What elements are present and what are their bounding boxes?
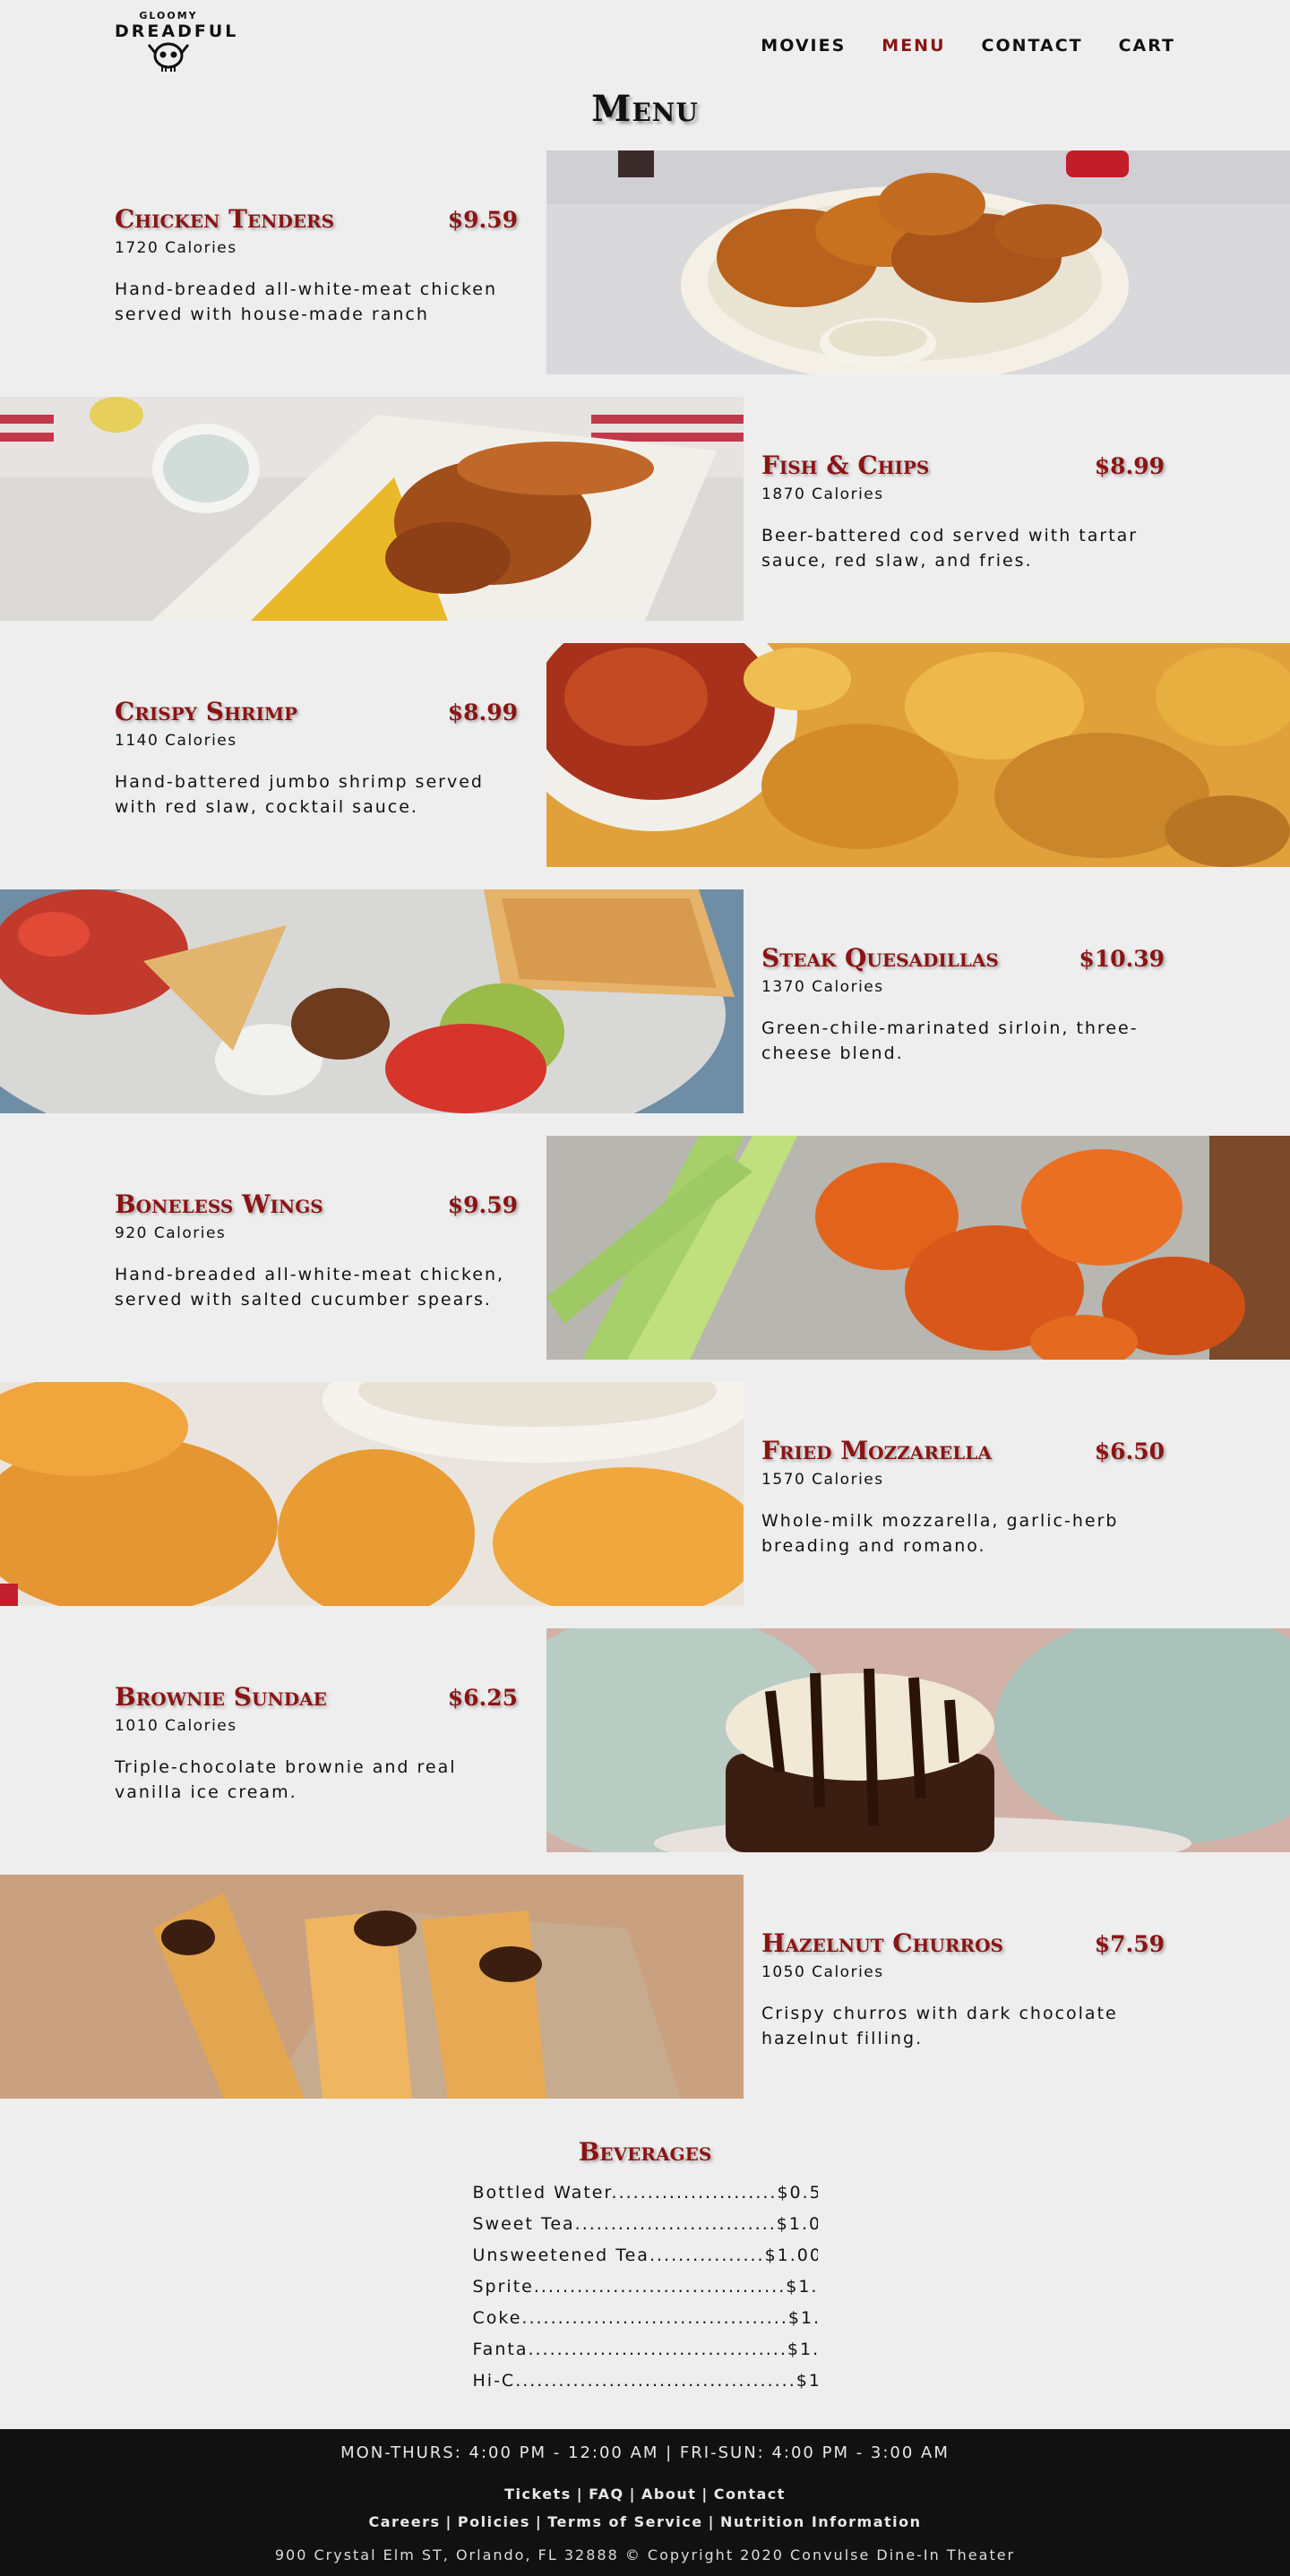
menu-item-description: Crispy churros with dark chocolate hazel… — [761, 2004, 1118, 2048]
brownie-sundae-photo — [546, 1628, 1290, 1852]
menu-item-name: Brownie Sundae — [115, 1682, 327, 1712]
nav-cart[interactable]: CART — [1119, 36, 1175, 56]
footer-link-terms[interactable]: Terms of Service — [547, 2513, 702, 2530]
menu-item-price: $7.59 — [1094, 1931, 1165, 1957]
steak-quesadillas-photo — [0, 889, 744, 1113]
boneless-wings-photo — [546, 1136, 1290, 1360]
menu-item-text: Fried Mozzarella $6.50 1570 Calories Who… — [761, 1436, 1165, 1558]
footer-link-policies[interactable]: Policies — [458, 2513, 530, 2530]
footer-links-primary: Tickets | FAQ | About | Contact — [504, 2486, 786, 2503]
menu-item-name: Hazelnut Churros — [761, 1928, 1003, 1958]
site-header: GLOOMY DREADFUL MOVIES MENU CONTACT CART — [0, 0, 1290, 99]
beverages-section: Beverages Bottled Water.................… — [473, 2121, 818, 2429]
menu-item-description: Hand-breaded all-white-meat chicken serv… — [115, 279, 498, 324]
nav-menu[interactable]: MENU — [882, 36, 945, 56]
beverage-item: Sprite..................................… — [472, 2277, 818, 2297]
beverage-item: Coke....................................… — [472, 2308, 818, 2328]
menu-item-calories: 1370 Calories — [761, 978, 884, 996]
beverage-item: Bottled Water.......................$0.5… — [472, 2183, 818, 2202]
menu-item-text: Brownie Sundae $6.25 1010 Calories Tripl… — [115, 1682, 518, 1805]
chicken-tenders-photo — [546, 150, 1290, 374]
footer-link-faq[interactable]: FAQ — [589, 2486, 624, 2503]
footer-links-secondary: Careers | Policies | Terms of Service | Nutrit… — [368, 2513, 922, 2530]
menu-item-text: Boneless Wings $9.59 920 Calories Hand-b… — [115, 1189, 518, 1312]
menu-item-row: Boneless Wings $9.59 920 Calories Hand-b… — [0, 1136, 1290, 1382]
menu-item-description: Beer-battered cod served with tartar sau… — [761, 526, 1139, 571]
opening-hours: MON-THURS: 4:00 PM - 12:00 AM | FRI-SUN:… — [340, 2443, 950, 2462]
menu-item-text: Hazelnut Churros $7.59 1050 Calories Cri… — [761, 1928, 1165, 2051]
menu-item-price: $10.39 — [1079, 946, 1165, 972]
main-nav: MOVIES MENU CONTACT CART — [761, 36, 1175, 56]
menu-item-calories: 1050 Calories — [761, 1963, 884, 1981]
menu-item-text: Steak Quesadillas $10.39 1370 Calories G… — [761, 943, 1165, 1066]
menu-item-name: Crispy Shrimp — [115, 697, 298, 726]
fish-and-chips-photo — [0, 397, 744, 621]
menu-item-price: $8.99 — [447, 700, 518, 726]
menu-item-description: Triple-chocolate brownie and real vanill… — [115, 1757, 457, 1802]
menu-item-calories: 1140 Calories — [115, 732, 237, 750]
beverage-item: Unsweetened Tea................$1.00 — [472, 2245, 818, 2265]
footer-link-careers[interactable]: Careers — [368, 2513, 440, 2530]
menu-item-name: Steak Quesadillas — [761, 943, 999, 973]
menu-item-name: Boneless Wings — [115, 1189, 323, 1219]
menu-item-text: Chicken Tenders $9.59 1720 Calories Hand… — [115, 204, 518, 327]
site-logo[interactable]: GLOOMY DREADFUL — [115, 10, 239, 73]
menu-item-row: Brownie Sundae $6.25 1010 Calories Tripl… — [0, 1628, 1290, 1875]
site-footer: MON-THURS: 4:00 PM - 12:00 AM | FRI-SUN:… — [0, 2429, 1290, 2576]
menu-item-calories: 1870 Calories — [761, 485, 884, 503]
menu-item-calories: 1570 Calories — [761, 1471, 884, 1489]
menu-item-name: Chicken Tenders — [115, 204, 335, 234]
copyright: 900 Crystal Elm ST, Orlando, FL 32888 © … — [274, 2546, 1016, 2563]
menu-item-description: Green-chile-marinated sirloin, three-che… — [761, 1018, 1139, 1063]
menu-item-price: $8.99 — [1094, 453, 1165, 479]
menu-item-price: $9.59 — [447, 1192, 518, 1218]
footer-link-about[interactable]: About — [641, 2486, 696, 2503]
menu-item-name: Fish & Chips — [761, 451, 930, 480]
menu-item-row: Crispy Shrimp $8.99 1140 Calories Hand-b… — [0, 643, 1290, 889]
skull-icon — [147, 42, 190, 72]
menu-item-description: Hand-breaded all-white-meat chicken, ser… — [115, 1265, 505, 1309]
beverage-item: Fanta...................................… — [472, 2340, 818, 2359]
hazelnut-churros-photo — [0, 1875, 744, 2099]
menu-item-text: Fish & Chips $8.99 1870 Calories Beer-ba… — [761, 451, 1165, 573]
nav-contact[interactable]: CONTACT — [982, 36, 1083, 56]
logo-line-1: GLOOMY — [139, 10, 198, 21]
menu-item-row: Chicken Tenders $9.59 1720 Calories Hand… — [0, 150, 1290, 397]
beverage-item: Hi-C....................................… — [472, 2371, 818, 2391]
footer-link-contact[interactable]: Contact — [714, 2486, 786, 2503]
fried-mozzarella-photo — [0, 1382, 744, 1606]
beverage-item: Sweet Tea............................$1.… — [472, 2214, 818, 2234]
menu-item-calories: 1010 Calories — [115, 1717, 237, 1735]
menu-item-price: $9.59 — [447, 207, 518, 233]
menu-item-price: $6.25 — [447, 1685, 518, 1711]
crispy-shrimp-photo — [546, 643, 1290, 867]
menu-item-description: Whole-milk mozzarella, garlic-herb bread… — [761, 1511, 1119, 1556]
beverages-title: Beverages — [578, 2137, 712, 2167]
menu-item-row: Steak Quesadillas $10.39 1370 Calories G… — [0, 889, 1290, 1136]
logo-line-2: DREADFUL — [115, 21, 239, 41]
menu-item-description: Hand-battered jumbo shrimp served with r… — [115, 772, 484, 817]
menu-item-row: Hazelnut Churros $7.59 1050 Calories Cri… — [0, 1875, 1290, 2121]
footer-link-tickets[interactable]: Tickets — [504, 2486, 572, 2503]
menu-item-name: Fried Mozzarella — [761, 1436, 992, 1465]
menu-item-row: Fish & Chips $8.99 1870 Calories Beer-ba… — [0, 397, 1290, 643]
nav-movies[interactable]: MOVIES — [761, 36, 846, 56]
menu-item-calories: 1720 Calories — [115, 239, 237, 257]
menu-item-calories: 920 Calories — [115, 1224, 227, 1242]
menu-item-row: Fried Mozzarella $6.50 1570 Calories Who… — [0, 1382, 1290, 1628]
menu-item-price: $6.50 — [1094, 1438, 1165, 1464]
menu-item-text: Crispy Shrimp $8.99 1140 Calories Hand-b… — [115, 697, 518, 820]
footer-link-nutrition[interactable]: Nutrition Information — [720, 2513, 922, 2530]
